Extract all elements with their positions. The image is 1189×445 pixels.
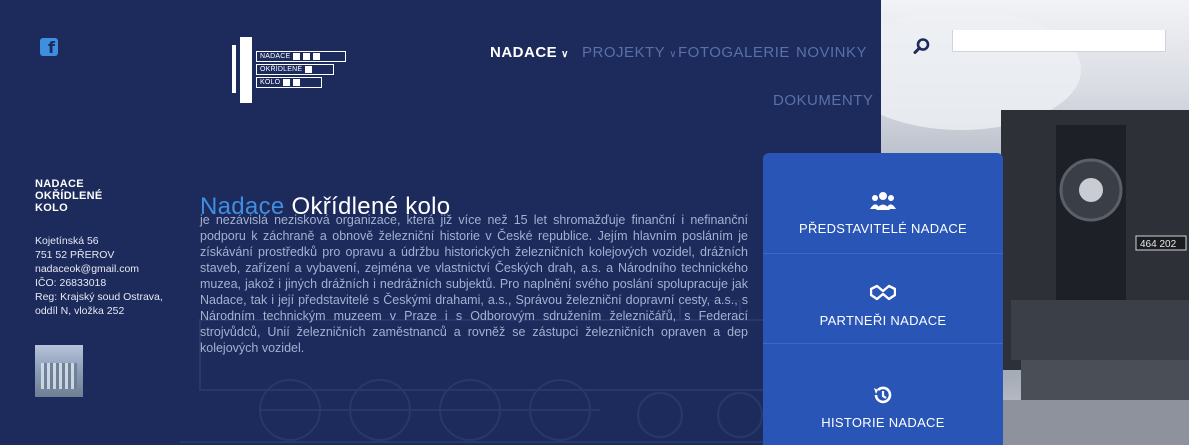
search-input[interactable] xyxy=(952,30,1166,52)
email-link[interactable]: nadaceok@gmail.com xyxy=(35,262,185,276)
nav-item-fotogalerie[interactable]: FOTOGALERIE xyxy=(678,44,790,61)
building-photo xyxy=(35,345,83,397)
nav-item-novinky[interactable]: NOVINKY xyxy=(796,44,867,61)
sidebar-contact: NADACE OKŘÍDLENÉ KOLO Kojetínská 56 751 … xyxy=(35,178,185,318)
org-line: KOLO xyxy=(35,202,68,214)
history-icon xyxy=(874,386,892,404)
search-icon[interactable] xyxy=(913,37,931,55)
org-line: NADACE xyxy=(35,178,84,190)
logo-text: NADACE xyxy=(260,53,291,60)
handshake-icon xyxy=(870,284,896,301)
nav-item-projekty[interactable]: PROJEKTY ∨ xyxy=(582,44,677,61)
menu-label: PŘEDSTAVITELÉ NADACE xyxy=(798,221,968,236)
logo-row: OKŘÍDLENÉ xyxy=(256,64,334,75)
nav-item-dokumenty[interactable]: DOKUMENTY xyxy=(773,92,873,109)
menu-item-partneri[interactable]: PARTNEŘI NADACE xyxy=(763,283,1003,328)
menu-item-predstavitele[interactable]: PŘEDSTAVITELÉ NADACE xyxy=(763,191,1003,236)
address-registration: Reg: Krajský soud Ostrava, xyxy=(35,291,163,303)
sidebar-address: Kojetínská 56 751 52 PŘEROV nadaceok@gma… xyxy=(35,234,185,318)
logo-row: NADACE xyxy=(256,51,346,62)
nav-label: NADACE xyxy=(490,44,558,61)
nav-item-nadace[interactable]: NADACE ∨ xyxy=(490,44,569,61)
menu-label: PARTNEŘI NADACE xyxy=(819,313,947,328)
facebook-icon: f xyxy=(48,38,55,57)
page: f NADACE OKŘÍDLENÉ KOLO NADACE ∨ PROJEKTY… xyxy=(0,0,1189,445)
chevron-down-icon: ∨ xyxy=(669,49,678,60)
logo-bar xyxy=(232,45,236,93)
address-street: Kojetínská 56 xyxy=(35,235,99,247)
logo-text: KOLO xyxy=(260,79,281,86)
address-city: 751 52 PŘEROV xyxy=(35,249,115,261)
sidebar-org-name: NADACE OKŘÍDLENÉ KOLO xyxy=(35,178,185,214)
header-and-content-panel: f NADACE OKŘÍDLENÉ KOLO NADACE ∨ PROJEKTY… xyxy=(0,0,881,445)
address-ico: IČO: 26833018 xyxy=(35,277,107,289)
locomotive-number: 464 202 xyxy=(1140,239,1177,250)
logo-bar xyxy=(240,37,252,103)
divider xyxy=(763,253,1003,254)
about-side-menu: PŘEDSTAVITELÉ NADACE PARTNEŘI NADACE HIS… xyxy=(763,153,1003,445)
site-logo[interactable]: NADACE OKŘÍDLENÉ KOLO xyxy=(232,35,352,105)
menu-item-historie[interactable]: HISTORIE NADACE xyxy=(763,385,1003,430)
divider xyxy=(763,343,1003,344)
org-line: OKŘÍDLENÉ xyxy=(35,190,103,202)
intro-paragraph: je nezávislá nezisková organizace, která… xyxy=(200,213,748,355)
nav-label: PROJEKTY xyxy=(582,44,666,61)
users-icon xyxy=(870,192,896,210)
chevron-down-icon: ∨ xyxy=(561,49,569,60)
address-registration-detail: oddíl N, vložka 252 xyxy=(35,305,125,317)
menu-label: HISTORIE NADACE xyxy=(821,415,945,430)
facebook-link[interactable]: f xyxy=(40,38,58,56)
logo-row: KOLO xyxy=(256,77,322,88)
logo-text: OKŘÍDLENÉ xyxy=(260,66,303,73)
